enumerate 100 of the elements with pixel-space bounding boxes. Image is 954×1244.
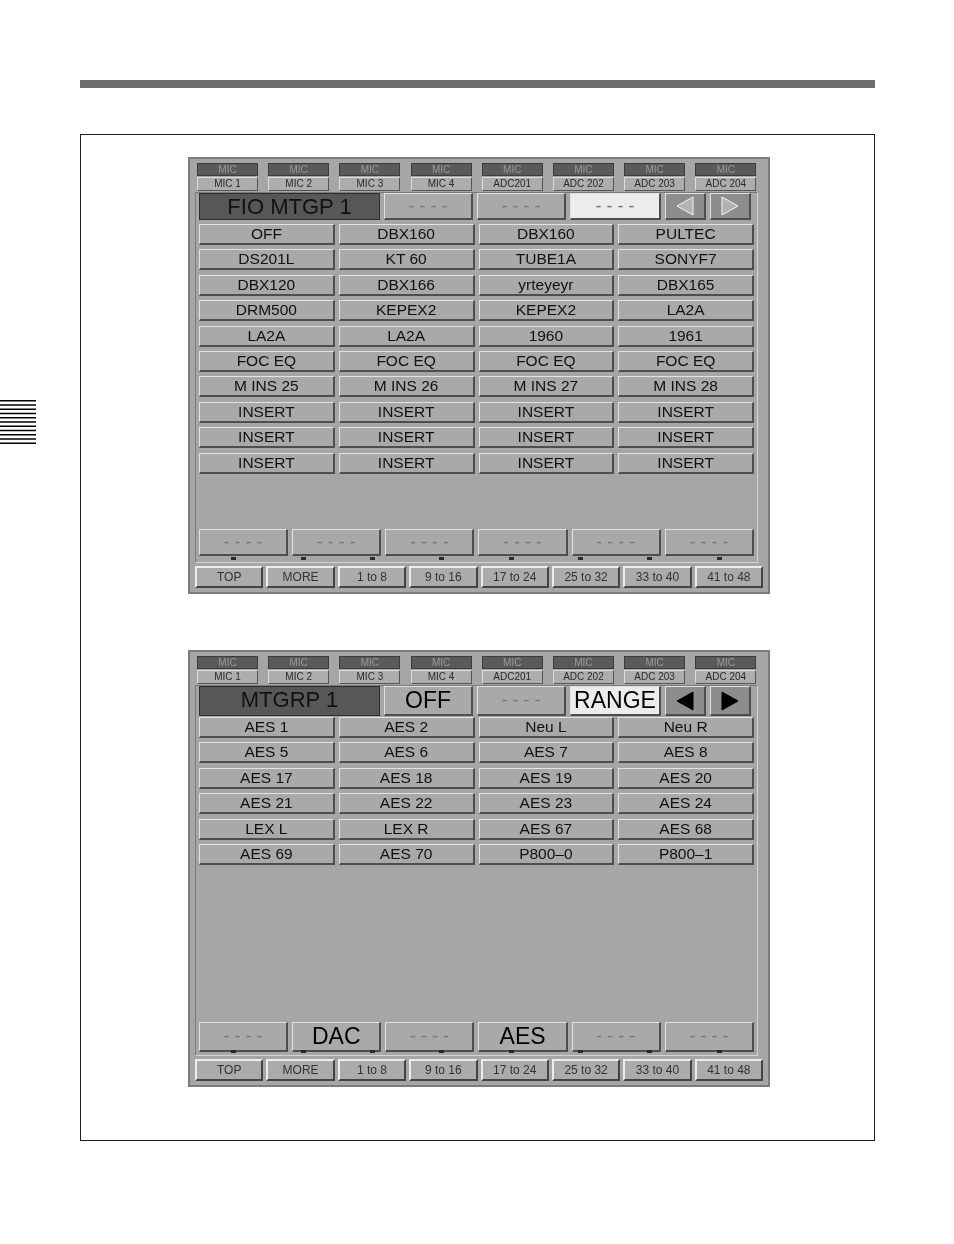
option-button[interactable]: M INS 25 [199, 376, 335, 398]
function-button[interactable]: DAC [292, 1022, 382, 1052]
page-button[interactable]: 1 to 8 [337, 1059, 407, 1081]
option-button[interactable]: yrteyeyr [478, 274, 615, 296]
channel-tab[interactable]: ADC 203 [624, 177, 686, 191]
channel-tab[interactable]: MIC 3 [339, 177, 401, 191]
option-button[interactable]: OFF [199, 224, 335, 245]
page-button[interactable]: 33 to 40 [623, 566, 692, 588]
option-button[interactable]: KT 60 [338, 249, 475, 271]
function-button[interactable]: AES [478, 1022, 568, 1052]
option-button[interactable]: INSERT [338, 427, 475, 449]
page-button[interactable]: 17 to 24 [480, 566, 549, 588]
scroll-left-button[interactable] [665, 686, 706, 716]
page-button[interactable]: 41 to 48 [694, 1059, 763, 1081]
option-button[interactable]: AES 67 [478, 818, 615, 840]
page-button[interactable]: TOP [195, 1059, 264, 1081]
option-button[interactable]: DBX165 [618, 274, 754, 296]
page-button[interactable]: MORE [266, 566, 335, 588]
page-button[interactable]: 9 to 16 [409, 566, 478, 588]
option-button[interactable]: INSERT [478, 452, 615, 474]
option-button[interactable]: FOC EQ [478, 350, 615, 372]
option-button[interactable]: AES 21 [199, 793, 335, 815]
channel-tab[interactable]: ADC 204 [695, 670, 757, 684]
option-button[interactable]: AES 8 [618, 742, 754, 764]
option-button[interactable]: DBX160 [478, 224, 615, 245]
channel-tab[interactable]: MIC 4 [410, 177, 472, 191]
page-button[interactable]: 1 to 8 [337, 566, 407, 588]
option-button[interactable]: INSERT [618, 427, 754, 449]
page-button[interactable]: 41 to 48 [694, 566, 763, 588]
slot-button[interactable]: ---- [570, 193, 661, 220]
option-button[interactable]: INSERT [478, 401, 615, 423]
page-button[interactable]: 33 to 40 [623, 1059, 692, 1081]
option-button[interactable]: INSERT [338, 452, 475, 474]
option-button[interactable]: P800–1 [618, 843, 754, 865]
scroll-right-button[interactable] [710, 686, 751, 716]
option-button[interactable]: AES 22 [338, 793, 475, 815]
option-button[interactable]: AES 7 [478, 742, 615, 764]
option-button[interactable]: 1961 [618, 325, 754, 347]
option-button[interactable]: SONYF7 [618, 249, 754, 271]
option-button[interactable]: AES 24 [618, 793, 754, 815]
option-button[interactable]: INSERT [618, 401, 754, 423]
channel-tab[interactable]: ADC 204 [695, 177, 757, 191]
option-button[interactable]: KEPEX2 [338, 300, 475, 322]
option-button[interactable]: AES 18 [338, 767, 475, 789]
option-button[interactable]: LA2A [618, 300, 754, 322]
option-button[interactable]: PULTEC [618, 224, 754, 245]
option-button[interactable]: FOC EQ [618, 350, 754, 372]
option-button[interactable]: FOC EQ [338, 350, 475, 372]
option-button[interactable]: M INS 28 [618, 376, 754, 398]
option-button[interactable]: M INS 26 [338, 376, 475, 398]
option-button[interactable]: INSERT [199, 401, 335, 423]
option-button[interactable]: INSERT [478, 427, 615, 449]
channel-tab[interactable]: MIC 4 [410, 670, 472, 684]
channel-tab[interactable]: MIC 3 [339, 670, 401, 684]
option-button[interactable]: LEX R [338, 818, 475, 840]
channel-tab[interactable]: MIC 2 [268, 670, 330, 684]
option-button[interactable]: AES 5 [199, 742, 335, 764]
option-button[interactable]: DS201L [199, 249, 335, 271]
channel-tab[interactable]: MIC 1 [197, 177, 258, 191]
option-button[interactable]: DRM500 [199, 300, 335, 322]
option-button[interactable]: INSERT [338, 401, 475, 423]
option-button[interactable]: Neu R [618, 717, 754, 738]
option-button[interactable]: DBX120 [199, 274, 335, 296]
channel-tab[interactable]: ADC201 [481, 670, 543, 684]
option-button[interactable]: LA2A [338, 325, 475, 347]
page-button[interactable]: MORE [266, 1059, 335, 1081]
page-button[interactable]: TOP [195, 566, 264, 588]
slot-button[interactable]: OFF [384, 686, 473, 716]
option-button[interactable]: INSERT [199, 452, 335, 474]
option-button[interactable]: DBX160 [338, 224, 475, 245]
channel-tab[interactable]: MIC 1 [197, 670, 258, 684]
option-button[interactable]: AES 2 [338, 717, 475, 738]
page-button[interactable]: 25 to 32 [551, 1059, 621, 1081]
channel-tab[interactable]: ADC 202 [552, 177, 614, 191]
option-button[interactable]: AES 6 [338, 742, 475, 764]
option-button[interactable]: LA2A [199, 325, 335, 347]
page-button[interactable]: 25 to 32 [551, 566, 621, 588]
option-button[interactable]: AES 69 [199, 843, 335, 865]
option-button[interactable]: KEPEX2 [478, 300, 615, 322]
option-button[interactable]: DBX166 [338, 274, 475, 296]
channel-tab[interactable]: ADC 202 [552, 670, 614, 684]
option-button[interactable]: Neu L [478, 717, 615, 738]
option-button[interactable]: AES 68 [618, 818, 754, 840]
option-button[interactable]: INSERT [199, 427, 335, 449]
option-button[interactable]: AES 17 [199, 767, 335, 789]
option-button[interactable]: AES 70 [338, 843, 475, 865]
option-button[interactable]: 1960 [478, 325, 615, 347]
option-button[interactable]: AES 19 [478, 767, 615, 789]
option-button[interactable]: INSERT [618, 452, 754, 474]
option-button[interactable]: P800–0 [478, 843, 615, 865]
option-button[interactable]: M INS 27 [478, 376, 615, 398]
channel-tab[interactable]: ADC 203 [624, 670, 686, 684]
option-button[interactable]: TUBE1A [478, 249, 615, 271]
option-button[interactable]: AES 20 [618, 767, 754, 789]
page-button[interactable]: 9 to 16 [409, 1059, 478, 1081]
option-button[interactable]: AES 23 [478, 793, 615, 815]
channel-tab[interactable]: ADC201 [481, 177, 543, 191]
channel-tab[interactable]: MIC 2 [268, 177, 330, 191]
page-button[interactable]: 17 to 24 [480, 1059, 549, 1081]
option-button[interactable]: FOC EQ [199, 350, 335, 372]
